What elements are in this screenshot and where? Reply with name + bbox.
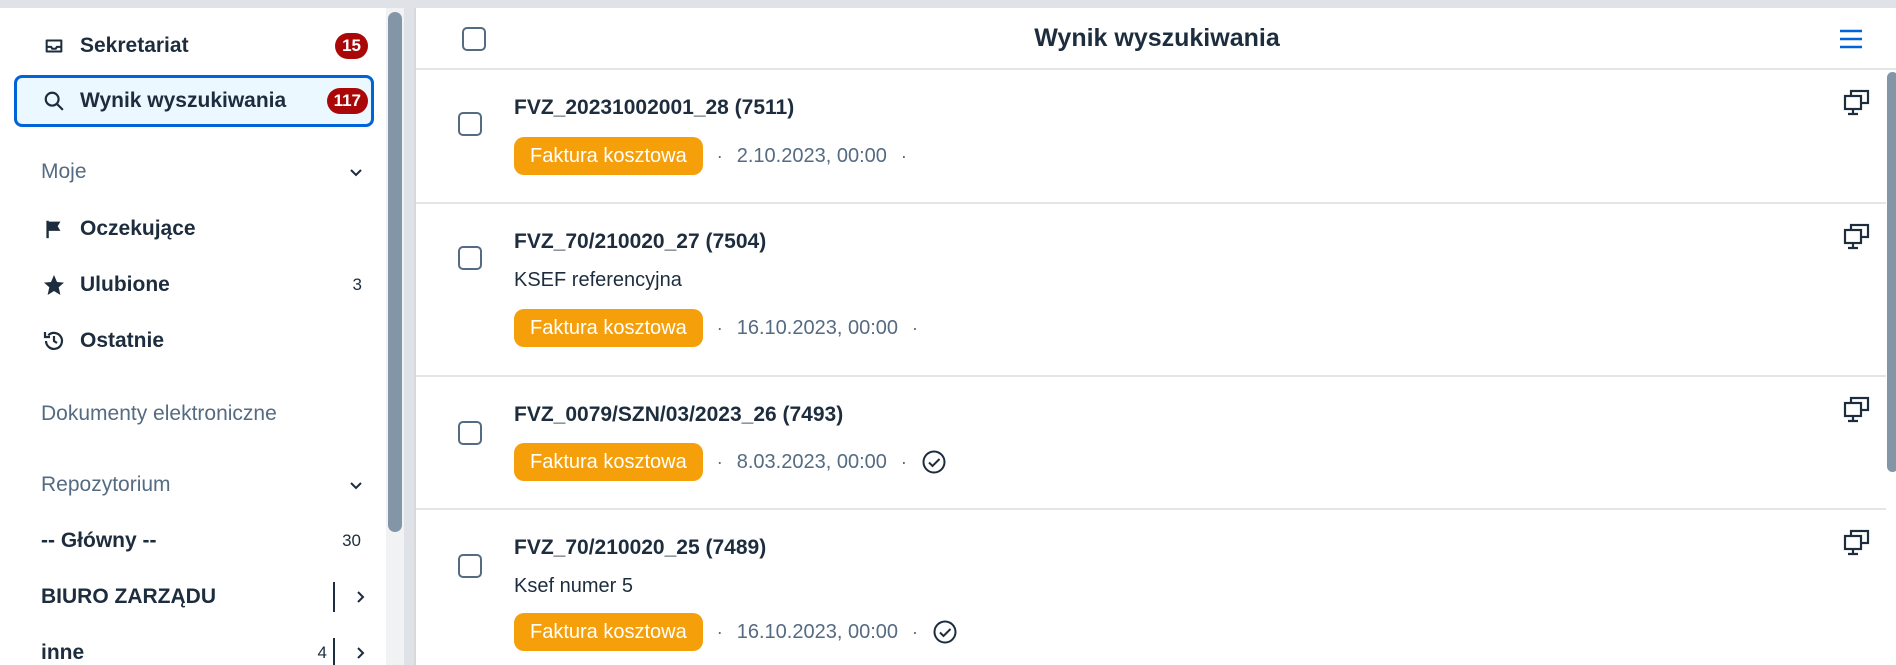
list-item[interactable]: FVZ_20231002001_28 (7511) Faktura koszto…	[416, 72, 1886, 204]
repo-item-label: BIURO ZARZĄDU	[41, 585, 216, 608]
item-meta: Faktura kosztowa · 8.03.2023, 00:00 ·	[514, 442, 947, 482]
sidebar-item-sekretariat[interactable]: Sekretariat 15	[14, 20, 374, 72]
group-label: Moje	[41, 160, 87, 183]
repo-item-label: -- Główny --	[41, 529, 157, 552]
results-header: Wynik wyszukiwania	[416, 8, 1896, 70]
desktop-icon[interactable]	[1842, 528, 1872, 558]
sidebar-item-label: Wynik wyszukiwania	[80, 89, 287, 112]
list-item[interactable]: FVZ_70/210020_27 (7504) KSEF referencyjn…	[416, 206, 1886, 377]
count-badge: 15	[335, 33, 368, 59]
count: 3	[352, 275, 362, 294]
item-date: 8.03.2023, 00:00	[736, 450, 887, 473]
desktop-icon[interactable]	[1842, 395, 1872, 425]
item-meta: Faktura kosztowa · 16.10.2023, 00:00 ·	[514, 612, 958, 652]
sidebar-item-label: Oczekujące	[80, 217, 196, 240]
section-label: Dokumenty elektroniczne	[41, 402, 277, 425]
page-title: Wynik wyszukiwania	[1034, 23, 1280, 52]
item-date: 16.10.2023, 00:00	[736, 620, 898, 643]
type-tag: Faktura kosztowa	[514, 137, 703, 175]
sidebar-scrollbar-thumb[interactable]	[388, 12, 402, 532]
separator: ·	[716, 451, 723, 472]
item-meta: Faktura kosztowa · 16.10.2023, 00:00 ·	[514, 308, 932, 348]
select-all-checkbox[interactable]	[462, 27, 486, 51]
group-label: Repozytorium	[41, 473, 171, 496]
star-icon	[40, 271, 68, 299]
separator: ·	[716, 621, 723, 642]
repo-item-label: inne	[41, 641, 85, 664]
flag-icon	[40, 215, 68, 243]
row-checkbox[interactable]	[458, 112, 482, 136]
sidebar-item-label: Ulubione	[80, 273, 170, 296]
repo-item-inne[interactable]: inne 4	[41, 627, 371, 665]
sidebar-item-ulubione[interactable]: Ulubione 3	[14, 259, 374, 311]
item-date: 16.10.2023, 00:00	[736, 316, 898, 339]
separator: ·	[912, 317, 918, 338]
sidebar-item-search-results[interactable]: Wynik wyszukiwania 117	[14, 75, 374, 127]
desktop-icon[interactable]	[1842, 222, 1872, 252]
item-title: FVZ_70/210020_27 (7504)	[514, 230, 767, 253]
count-badge: 117	[326, 88, 368, 114]
repo-item-glowny[interactable]: -- Główny -- 30	[41, 515, 371, 567]
sidebar: Sekretariat 15 Wynik wyszukiwania 117 Mo…	[0, 8, 404, 665]
item-subtitle: Ksef numer 5	[514, 575, 633, 597]
sidebar-item-label: Ostatnie	[80, 329, 165, 352]
item-date: 2.10.2023, 00:00	[736, 144, 887, 167]
separator: ·	[716, 317, 723, 338]
item-meta: Faktura kosztowa · 2.10.2023, 00:00 ·	[514, 136, 921, 176]
row-checkbox[interactable]	[458, 246, 482, 270]
separator: ·	[900, 451, 907, 472]
menu-icon[interactable]	[1837, 25, 1865, 53]
chevron-right-icon[interactable]	[349, 586, 371, 608]
row-checkbox[interactable]	[458, 554, 482, 578]
history-icon	[40, 327, 68, 355]
group-header-moje[interactable]: Moje	[41, 146, 367, 198]
type-tag: Faktura kosztowa	[514, 613, 703, 651]
item-title: FVZ_70/210020_25 (7489)	[514, 536, 767, 559]
repo-item-biuro-zarzadu[interactable]: BIURO ZARZĄDU	[41, 571, 371, 623]
separator: ·	[900, 145, 907, 166]
check-circle-icon	[932, 619, 958, 645]
separator: ·	[912, 621, 918, 642]
results-panel: Wynik wyszukiwania FVZ_20231002001_28 (7…	[414, 8, 1896, 665]
chevron-down-icon	[345, 161, 367, 183]
row-checkbox[interactable]	[458, 421, 482, 445]
search-icon	[40, 87, 68, 115]
desktop-icon[interactable]	[1842, 88, 1872, 118]
list-item[interactable]: FVZ_0079/SZN/03/2023_26 (7493) Faktura k…	[416, 379, 1886, 510]
item-subtitle: KSEF referencyjna	[514, 269, 682, 291]
results-scrollbar-thumb[interactable]	[1887, 72, 1896, 472]
inbox-icon	[40, 32, 68, 60]
item-title: FVZ_20231002001_28 (7511)	[514, 96, 795, 119]
sidebar-item-ostatnie[interactable]: Ostatnie	[14, 315, 374, 367]
count: 4	[317, 643, 327, 662]
list-item[interactable]: FVZ_70/210020_25 (7489) Ksef numer 5 Fak…	[416, 512, 1886, 665]
type-tag: Faktura kosztowa	[514, 443, 703, 481]
divider	[333, 582, 335, 612]
divider	[333, 638, 335, 665]
item-title: FVZ_0079/SZN/03/2023_26 (7493)	[514, 403, 844, 426]
type-tag: Faktura kosztowa	[514, 309, 703, 347]
chevron-down-icon	[345, 474, 367, 496]
check-circle-icon	[921, 449, 947, 475]
count: 30	[342, 531, 361, 550]
section-electronic-documents[interactable]: Dokumenty elektroniczne	[41, 388, 367, 440]
sidebar-item-oczekujace[interactable]: Oczekujące	[14, 203, 374, 255]
chevron-right-icon[interactable]	[349, 642, 371, 664]
group-header-repozytorium[interactable]: Repozytorium	[41, 459, 367, 511]
sidebar-item-label: Sekretariat	[80, 34, 189, 57]
separator: ·	[716, 145, 723, 166]
